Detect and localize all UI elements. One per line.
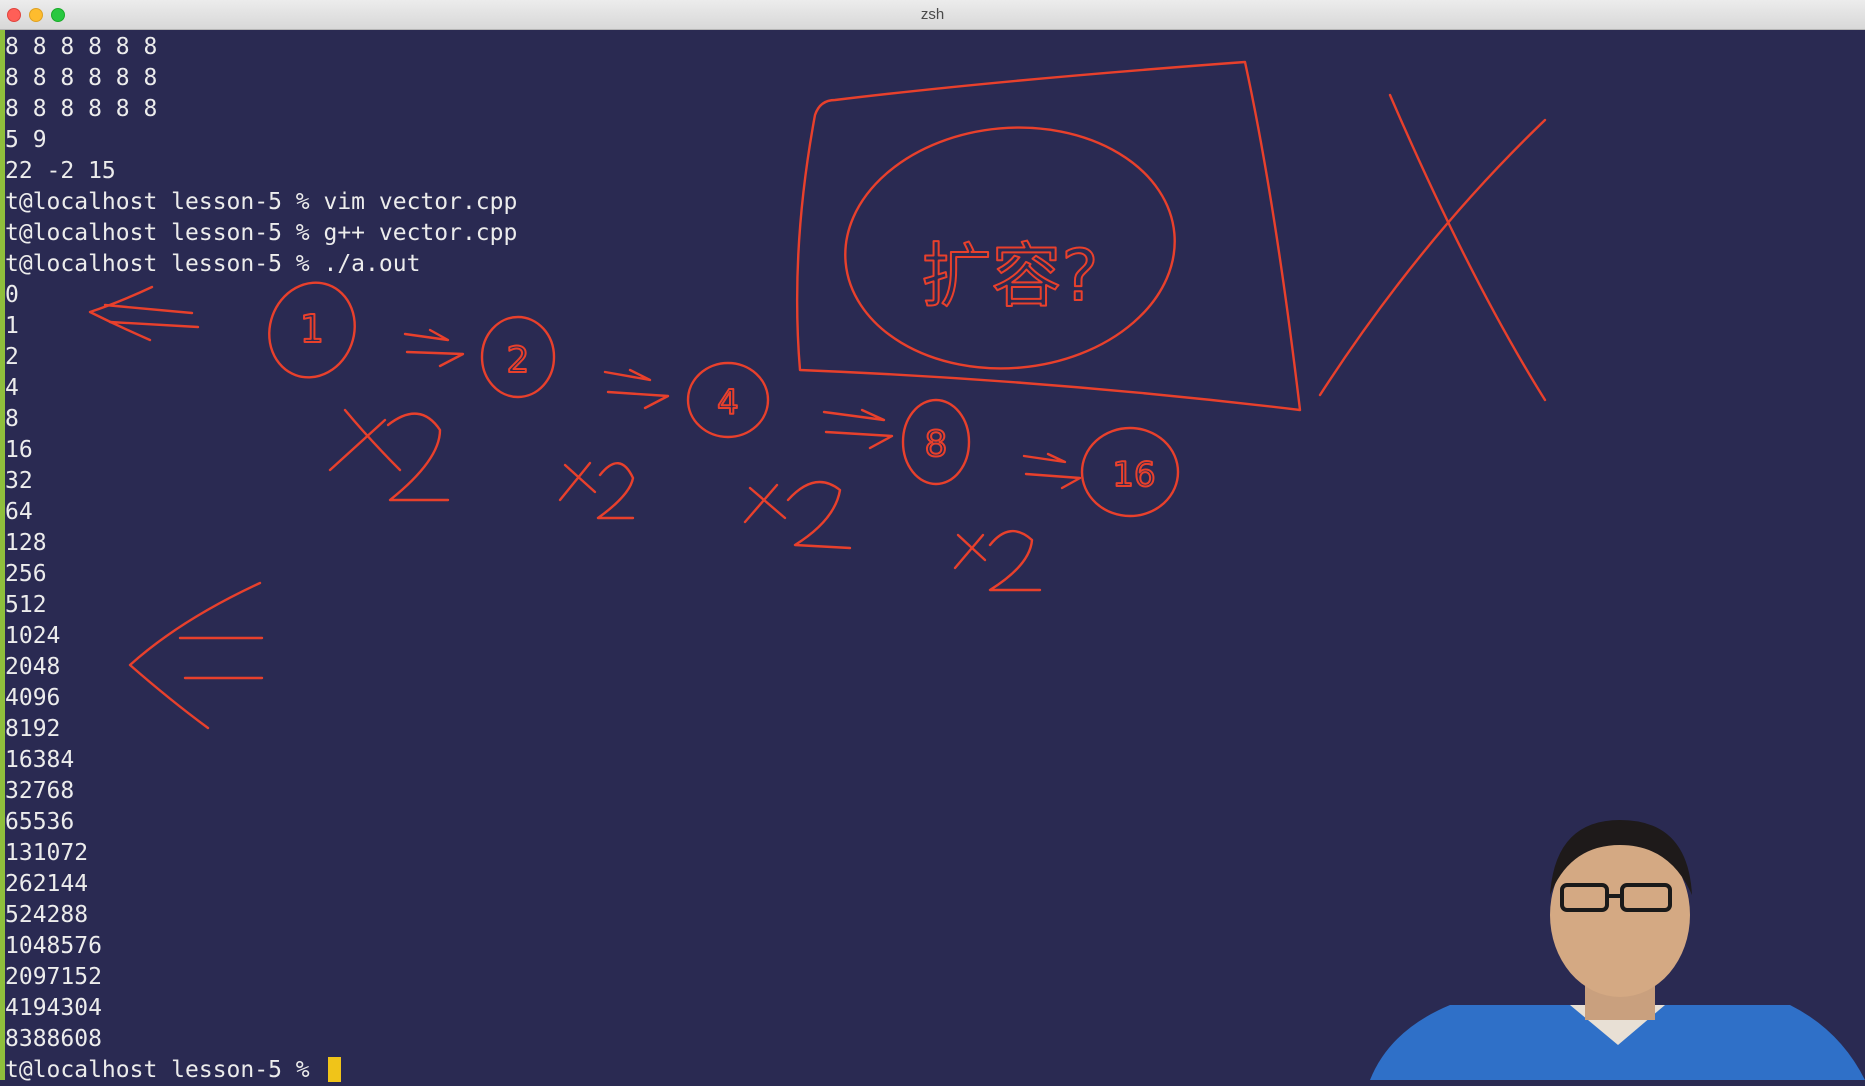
terminal-line: t@localhost lesson-5 % vim vector.cpp: [5, 189, 518, 215]
window-titlebar: zsh: [0, 0, 1865, 30]
terminal-line: 8388608: [5, 1026, 102, 1052]
window-title: zsh: [920, 6, 945, 23]
terminal-line: 65536: [5, 809, 75, 835]
terminal-line: 131072: [5, 840, 89, 866]
terminal-line: 16384: [5, 747, 75, 773]
terminal-line: 1: [5, 313, 19, 339]
terminal-line: 512: [5, 592, 47, 618]
presenter-webcam-overlay: [1370, 820, 1865, 1080]
terminal-line: 2048: [5, 654, 61, 680]
terminal-line: t@localhost lesson-5 % ./a.out: [5, 251, 421, 277]
terminal-line: 262144: [5, 871, 89, 897]
terminal-line: 22 -2 15: [5, 158, 116, 184]
terminal-line: 524288: [5, 902, 89, 928]
terminal-line: 1024: [5, 623, 61, 649]
terminal-line: 0: [5, 282, 19, 308]
terminal-line: 32768: [5, 778, 75, 804]
terminal-line: 8 8 8 8 8 8: [5, 65, 158, 91]
terminal-line: 32: [5, 468, 33, 494]
terminal-line: 64: [5, 499, 33, 525]
terminal-cursor: [327, 1057, 341, 1082]
terminal-line: 5 9: [5, 127, 47, 153]
terminal-output: 8 8 8 8 8 8 8 8 8 8 8 8 8 8 8 8 8 8 5 9 22 -…: [5, 32, 1405, 1086]
terminal-line: 256: [5, 561, 47, 587]
terminal-line: 4194304: [5, 995, 102, 1021]
terminal-line: 4: [5, 375, 19, 401]
terminal-line: 2: [5, 344, 19, 370]
terminal-line: 2097152: [5, 964, 102, 990]
terminal-line: 4096: [5, 685, 61, 711]
terminal-line: 8 8 8 8 8 8: [5, 96, 158, 122]
terminal-prompt-line[interactable]: t@localhost lesson-5 %: [5, 1055, 1405, 1086]
prompt-text: t@localhost lesson-5 %: [5, 1057, 324, 1083]
terminal-line: t@localhost lesson-5 % g++ vector.cpp: [5, 220, 518, 246]
terminal-line: 128: [5, 530, 47, 556]
terminal-line: 8: [5, 406, 19, 432]
terminal-line: 8192: [5, 716, 61, 742]
terminal-line: 8 8 8 8 8 8: [5, 34, 158, 60]
terminal-line: 16: [5, 437, 33, 463]
terminal-line: 1048576: [5, 933, 102, 959]
